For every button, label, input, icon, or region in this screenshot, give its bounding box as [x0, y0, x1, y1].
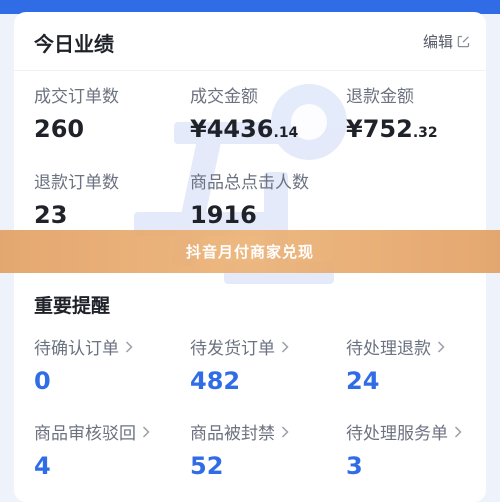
reminder-review-rejected[interactable]: 商品审核驳回 4	[34, 419, 150, 480]
reminder-pending-confirm[interactable]: 待确认订单 0	[34, 334, 133, 395]
edit-icon	[457, 35, 470, 48]
chevron-right-icon	[142, 425, 150, 438]
edit-button[interactable]: 编辑	[423, 31, 470, 52]
metric-refund-amount: 退款金额 ¥752.32	[346, 82, 438, 147]
edit-label: 编辑	[422, 33, 453, 51]
metric-sales-amount: 成交金额 ¥4436.14	[190, 82, 298, 147]
reminders-title: 重要提醒	[34, 295, 111, 317]
reminder-pending-refund[interactable]: 待处理退款 24	[346, 334, 445, 395]
metric-label: 成交金额	[190, 87, 258, 107]
metric-value: 260	[34, 115, 85, 143]
reminder-value: 0	[34, 367, 51, 395]
metric-label: 退款金额	[346, 87, 414, 107]
metric-value: ¥752.32	[346, 115, 438, 147]
reminder-value: 24	[346, 367, 380, 395]
metric-value: 1916	[190, 201, 257, 229]
metric-value: 23	[34, 201, 68, 229]
metric-product-clicks: 商品总点击人数 1916	[190, 168, 309, 229]
metric-refund-count: 退款订单数 23	[34, 168, 119, 229]
value-integer: 4436	[206, 115, 274, 143]
metric-label: 成交订单数	[34, 87, 119, 107]
reminder-pending-service[interactable]: 待处理服务单 3	[346, 419, 462, 480]
chevron-right-icon	[437, 340, 445, 353]
currency-symbol: ¥	[190, 115, 207, 143]
card-title: 今日业绩	[34, 32, 114, 56]
metric-label: 退款订单数	[34, 173, 119, 193]
chevron-right-icon	[454, 425, 462, 438]
value-decimal: .32	[412, 125, 438, 141]
reminder-label: 待处理退款	[346, 339, 431, 359]
reminder-pending-shipment[interactable]: 待发货订单 482	[190, 334, 289, 395]
promo-banner[interactable]: 抖音月付商家兑现	[0, 230, 500, 273]
chevron-right-icon	[281, 425, 289, 438]
reminder-value: 52	[190, 452, 224, 480]
reminder-value: 3	[346, 452, 363, 480]
value-integer: 752	[362, 115, 413, 143]
reminder-label: 商品被封禁	[190, 424, 275, 444]
chevron-right-icon	[281, 340, 289, 353]
reminder-label: 待处理服务单	[346, 424, 448, 444]
metric-label: 商品总点击人数	[190, 173, 309, 193]
value-decimal: .14	[273, 125, 299, 141]
reminder-label: 商品审核驳回	[34, 424, 136, 444]
reminder-label: 待发货订单	[190, 339, 275, 359]
reminder-product-banned[interactable]: 商品被封禁 52	[190, 419, 289, 480]
metric-value: ¥4436.14	[190, 115, 298, 147]
reminder-value: 482	[190, 367, 241, 395]
card-header: 今日业绩 编辑	[14, 12, 486, 70]
reminder-value: 4	[34, 452, 51, 480]
metric-order-count: 成交订单数 260	[34, 82, 119, 143]
banner-text: 抖音月付商家兑现	[185, 243, 314, 261]
reminder-label: 待确认订单	[34, 339, 119, 359]
currency-symbol: ¥	[346, 115, 363, 143]
header-divider	[14, 70, 486, 71]
chevron-right-icon	[125, 340, 133, 353]
